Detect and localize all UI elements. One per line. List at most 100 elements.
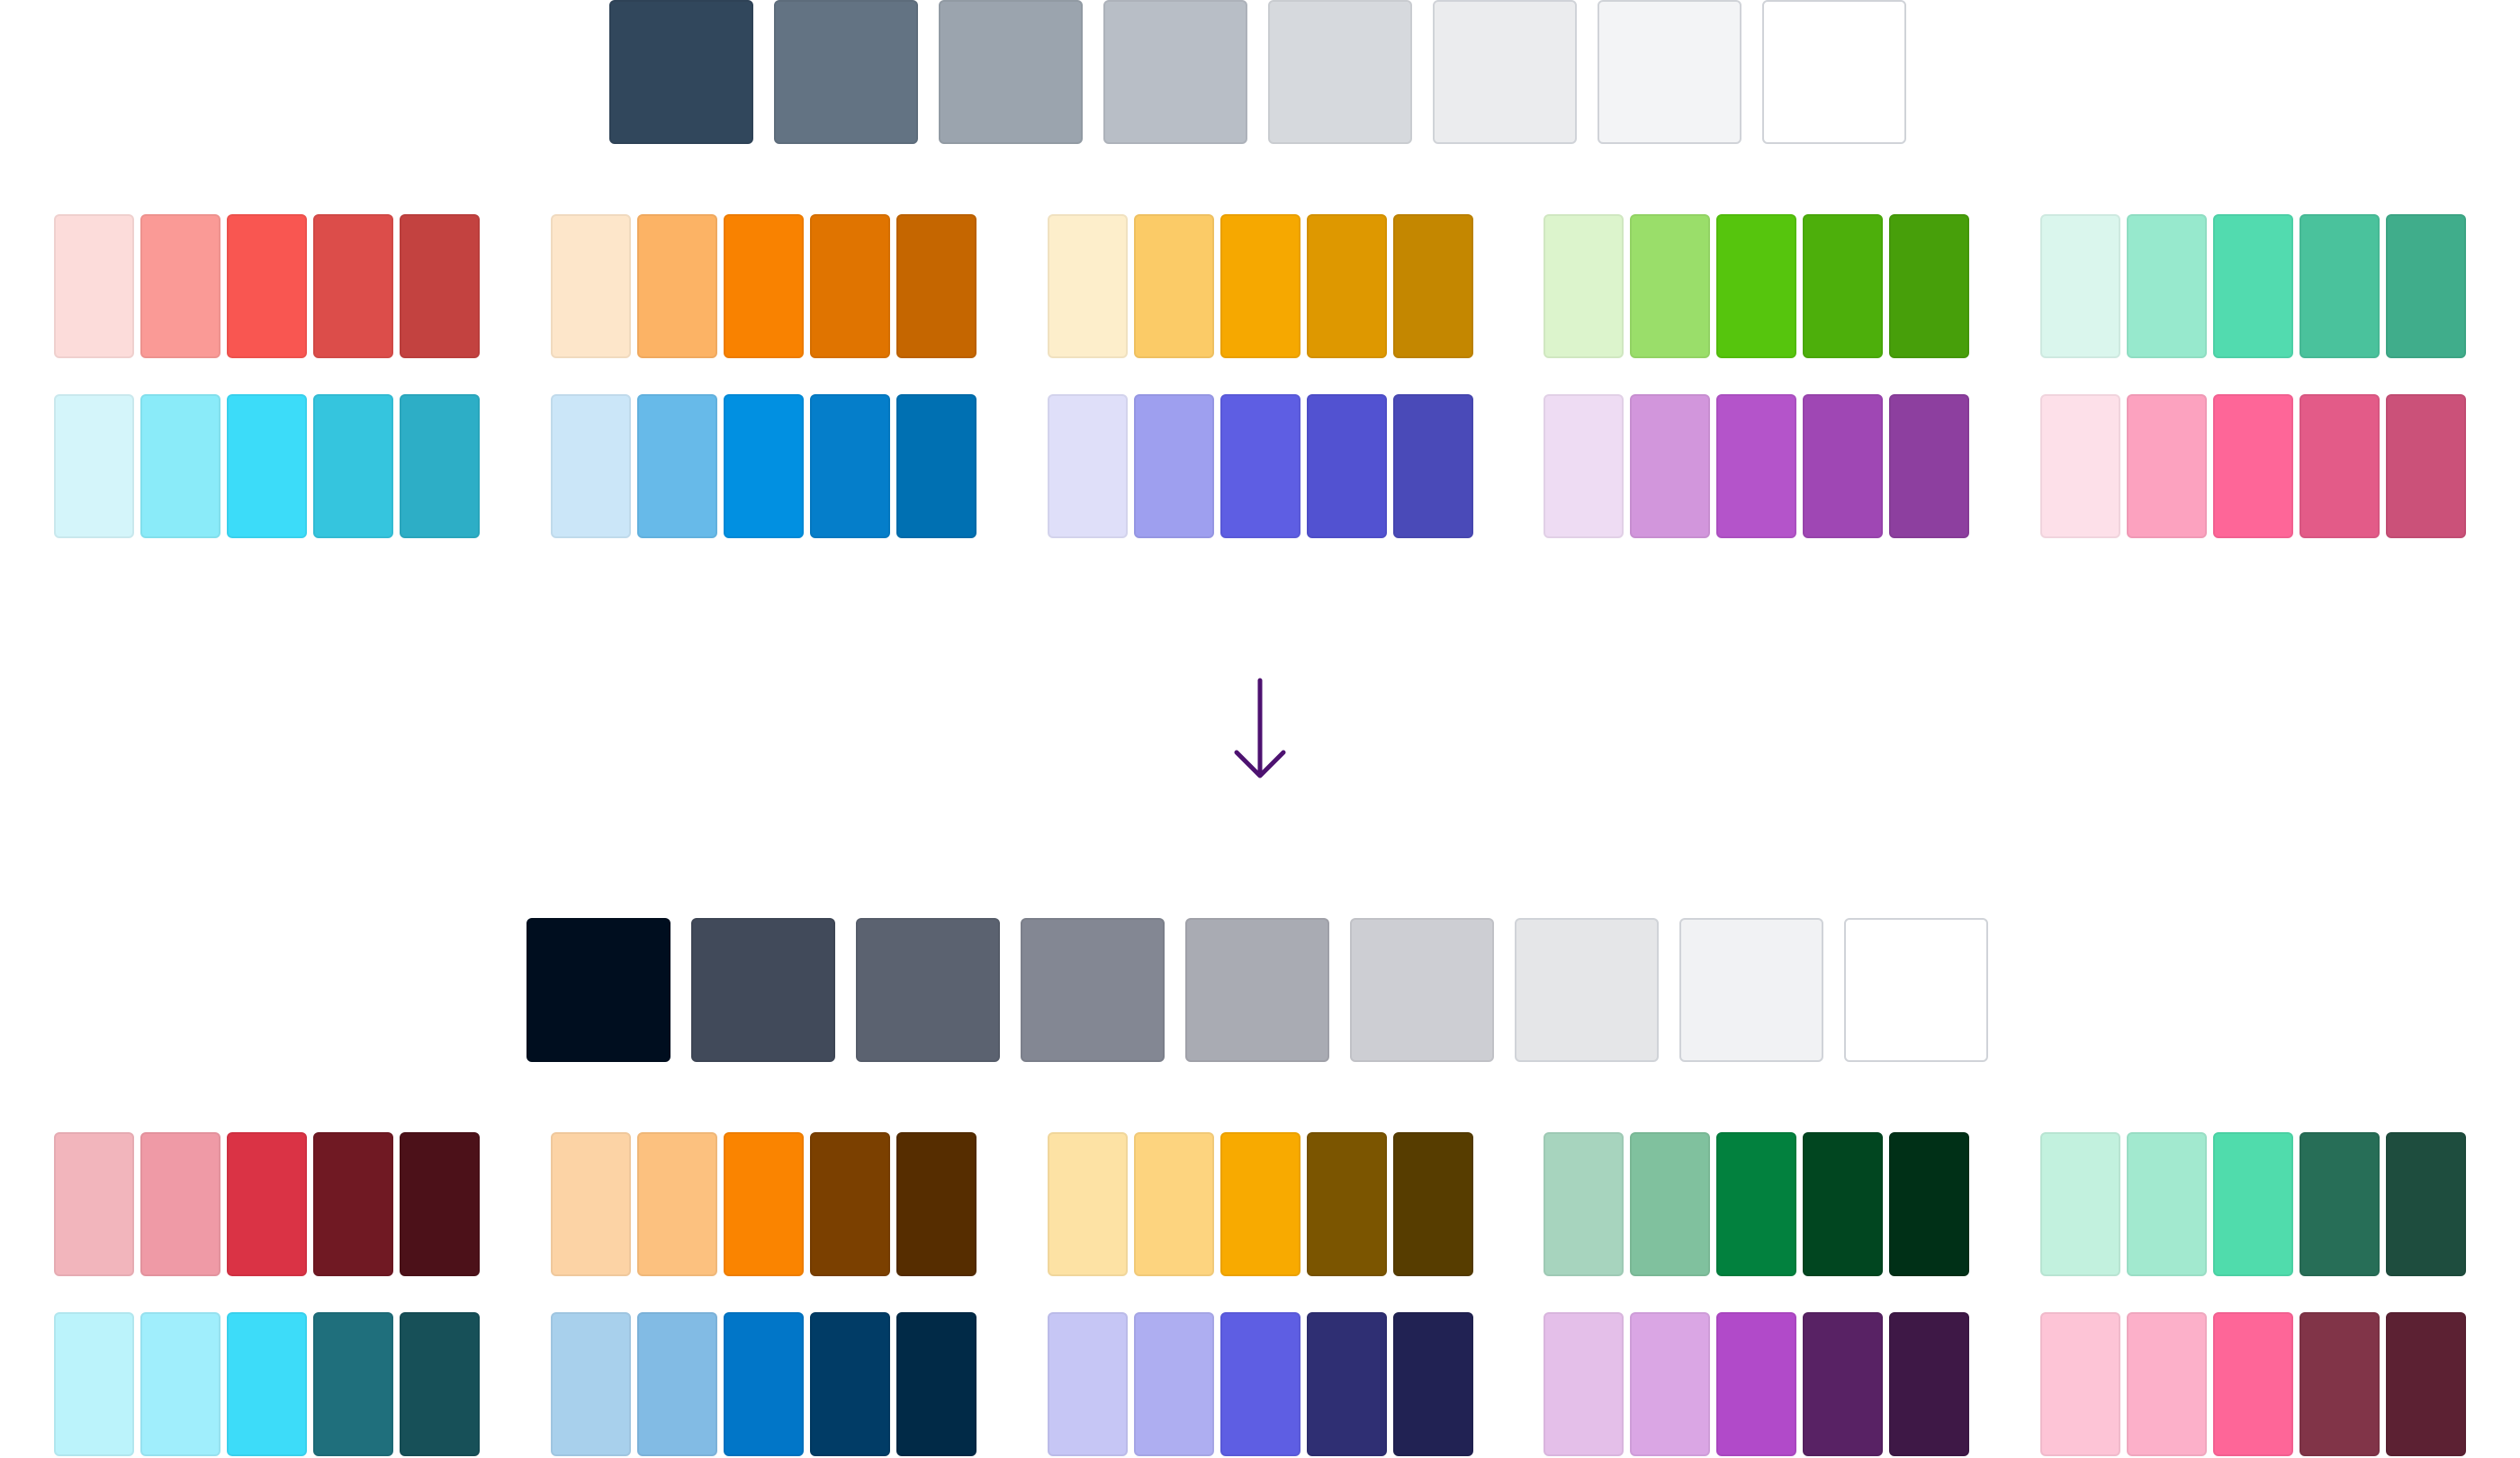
color-swatch [2213,214,2293,358]
color-swatch [636,214,717,358]
color-swatch [140,394,220,538]
color-swatch [2127,394,2207,538]
palette-before-r2-1 [54,394,480,538]
color-swatch [2300,394,2380,538]
palette-before-r2-5 [2040,394,2466,538]
color-swatch [636,394,717,538]
gray-swatch-before-5 [1268,0,1412,144]
color-swatch [2127,214,2207,358]
palette-before-r1-2 [550,214,976,358]
color-swatch [400,1132,480,1276]
gray-swatch-before-4 [1103,0,1247,144]
color-swatch [1306,1312,1387,1456]
color-swatch [2300,1312,2380,1456]
gray-swatch-after-5 [1185,918,1329,1062]
color-swatch [1544,394,1624,538]
color-swatch [1047,1132,1128,1276]
color-swatch [54,394,134,538]
palette-after-r2-3 [1047,1312,1473,1456]
color-swatch [1803,1312,1884,1456]
color-swatch [1392,394,1473,538]
color-swatch [636,1132,717,1276]
gray-palette-after [526,918,1988,1062]
color-swatch [896,214,976,358]
color-swatch [896,394,976,538]
color-swatch [1716,1312,1797,1456]
color-row-2-after [54,1312,2466,1456]
color-swatch [1220,214,1300,358]
color-swatch [2040,214,2120,358]
color-swatch [54,214,134,358]
color-swatch [1544,1312,1624,1456]
color-swatch [227,1132,307,1276]
gray-swatch-after-8 [1679,918,1823,1062]
color-swatch [809,214,890,358]
palette-before-r2-4 [1544,394,1970,538]
palette-after-r1-1 [54,1132,480,1276]
palette-after-r1-2 [550,1132,976,1276]
color-swatch [1133,214,1214,358]
color-swatch [2040,1132,2120,1276]
color-swatch [1716,1132,1797,1276]
palette-before-r1-3 [1047,214,1473,358]
color-swatch [1306,1132,1387,1276]
color-swatch [1803,394,1884,538]
color-swatch [1630,214,1711,358]
color-swatch [54,1132,134,1276]
gray-swatch-before-8 [1762,0,1906,144]
color-swatch [1047,394,1128,538]
color-swatch [1133,394,1214,538]
palette-before-r1-1 [54,214,480,358]
color-swatch [2300,214,2380,358]
color-swatch [400,394,480,538]
color-swatch [723,394,804,538]
color-swatch [809,394,890,538]
color-swatch [1392,1132,1473,1276]
color-swatch [1716,214,1797,358]
palette-after-r2-1 [54,1312,480,1456]
gray-swatch-after-1 [526,918,670,1062]
color-swatch [2386,214,2466,358]
color-swatch [2040,394,2120,538]
palette-after-r1-5 [2040,1132,2466,1276]
color-swatch [1544,214,1624,358]
color-swatch [2300,1132,2380,1276]
palette-before-r1-5 [2040,214,2466,358]
color-swatch [313,214,393,358]
color-swatch [723,214,804,358]
color-swatch [140,214,220,358]
palette-after-r2-2 [550,1312,976,1456]
color-swatch [313,1312,393,1456]
color-swatch [1889,394,1970,538]
color-swatch [2040,1312,2120,1456]
gray-swatch-before-7 [1598,0,1742,144]
gray-palette-before [609,0,1906,144]
color-swatch [2213,1312,2293,1456]
color-swatch [550,1132,631,1276]
color-swatch [550,394,631,538]
color-swatch [1803,1132,1884,1276]
color-swatch [1803,214,1884,358]
gray-swatch-after-9 [1844,918,1988,1062]
palette-after-r1-4 [1544,1132,1970,1276]
color-palettes-before [54,214,2466,538]
color-palettes-after [54,1132,2466,1456]
color-swatch [896,1312,976,1456]
palette-after-r1-3 [1047,1132,1473,1276]
color-swatch [2386,394,2466,538]
color-swatch [2213,1132,2293,1276]
color-row-1-after [54,1132,2466,1276]
color-swatch [1133,1132,1214,1276]
color-swatch [1047,214,1128,358]
palette-before-r2-3 [1047,394,1473,538]
color-swatch [400,1312,480,1456]
palette-before-r2-2 [550,394,976,538]
color-swatch [1544,1132,1624,1276]
color-swatch [140,1312,220,1456]
color-swatch [2213,394,2293,538]
color-swatch [54,1312,134,1456]
color-swatch [1630,394,1711,538]
palette-after-r2-5 [2040,1312,2466,1456]
color-swatch [636,1312,717,1456]
palette-after-r2-4 [1544,1312,1970,1456]
